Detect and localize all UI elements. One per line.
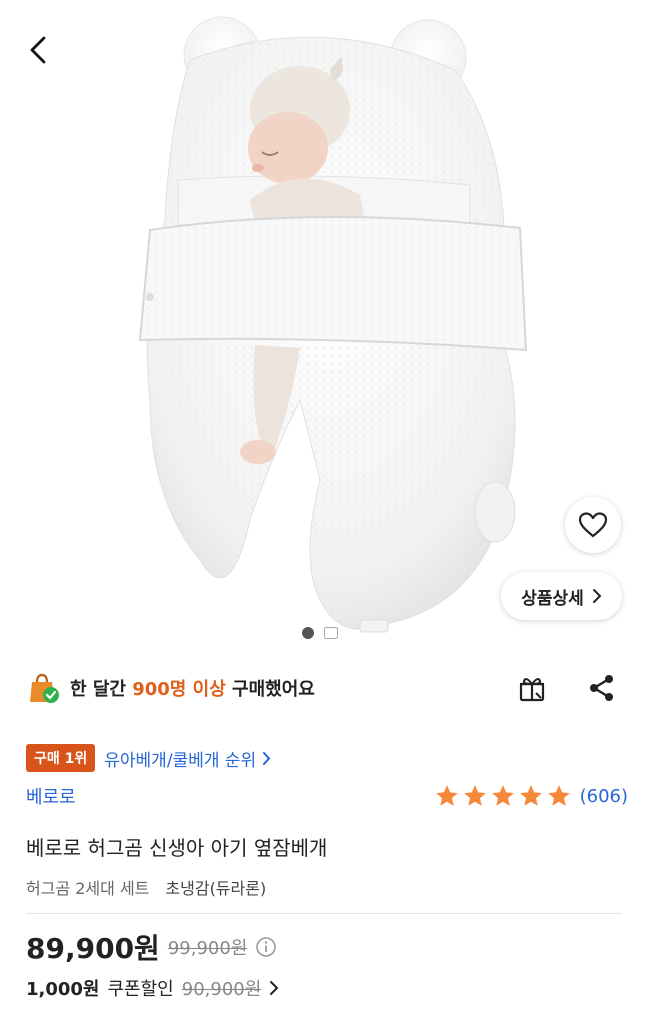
- sale-price: 89,900원: [26, 932, 160, 965]
- product-photo: [138, 16, 528, 633]
- review-count: (606): [579, 785, 628, 807]
- heart-icon: [578, 512, 608, 538]
- product-detail-button[interactable]: 상품상세: [501, 572, 622, 620]
- star-icon: [463, 785, 486, 806]
- star-icon: [547, 785, 570, 806]
- gift-icon: [519, 678, 545, 702]
- star-icon: [519, 785, 542, 806]
- carousel-dot-active: [302, 627, 314, 639]
- purchase-stats-highlight: 900명 이상: [132, 679, 226, 700]
- option-value: 초냉감(듀라론): [165, 879, 267, 898]
- divider: [26, 913, 622, 914]
- star-icon: [435, 785, 458, 806]
- shopping-bag-icon: [30, 673, 59, 703]
- category-ranking-label: 유아베개/쿨베개 순위: [104, 750, 257, 771]
- original-price: 99,900원: [167, 938, 248, 959]
- coupon-discount-amount: 1,000원: [26, 979, 100, 1000]
- info-icon[interactable]: [255, 936, 277, 958]
- coupon-row[interactable]: 1,000원 쿠폰할인 90,900원: [26, 975, 279, 1001]
- brand-link[interactable]: 베로로: [26, 783, 76, 809]
- product-detail-label: 상품상세: [521, 588, 584, 609]
- price-row: 89,900원 99,900원: [26, 927, 277, 967]
- carousel-video-indicator-icon: [324, 627, 338, 639]
- back-button[interactable]: [18, 30, 58, 70]
- carousel-indicator: [302, 627, 338, 639]
- coupon-discount-label: 쿠폰할인: [107, 979, 174, 1000]
- option-name: 허그곰 2세대 세트: [26, 879, 150, 898]
- back-arrow-icon: [30, 36, 46, 64]
- purchase-stats-text: 한 달간 900명 이상 구매했어요: [70, 675, 315, 701]
- chevron-right-icon: [263, 751, 271, 765]
- gift-button[interactable]: [512, 668, 552, 708]
- purchase-stats-prefix: 한 달간: [70, 679, 126, 700]
- product-image-carousel[interactable]: 상품상세: [0, 0, 646, 650]
- chevron-right-icon: [270, 981, 279, 995]
- like-button[interactable]: [565, 497, 621, 553]
- product-title: 베로로 허그곰 신생아 아기 옆잠베개: [26, 836, 328, 860]
- rating-summary[interactable]: (606): [434, 783, 628, 809]
- selected-option: 허그곰 2세대 세트 초냉감(듀라론): [26, 875, 266, 899]
- coupon-original-price: 90,900원: [181, 979, 262, 1000]
- share-button[interactable]: [582, 668, 622, 708]
- category-ranking-link[interactable]: 유아베개/쿨베개 순위: [104, 746, 271, 771]
- star-icon: [491, 785, 514, 806]
- purchase-stats-suffix: 구매했어요: [232, 679, 315, 700]
- brand-rating-row: 베로로 (606): [26, 781, 628, 811]
- share-icon: [590, 675, 613, 701]
- purchase-stats-row: 한 달간 900명 이상 구매했어요: [26, 668, 626, 708]
- chevron-right-icon: [592, 589, 602, 603]
- rank-badge: 구매 1위: [26, 744, 96, 772]
- ranking-row: 구매 1위 유아베개/쿨베개 순위: [26, 744, 271, 772]
